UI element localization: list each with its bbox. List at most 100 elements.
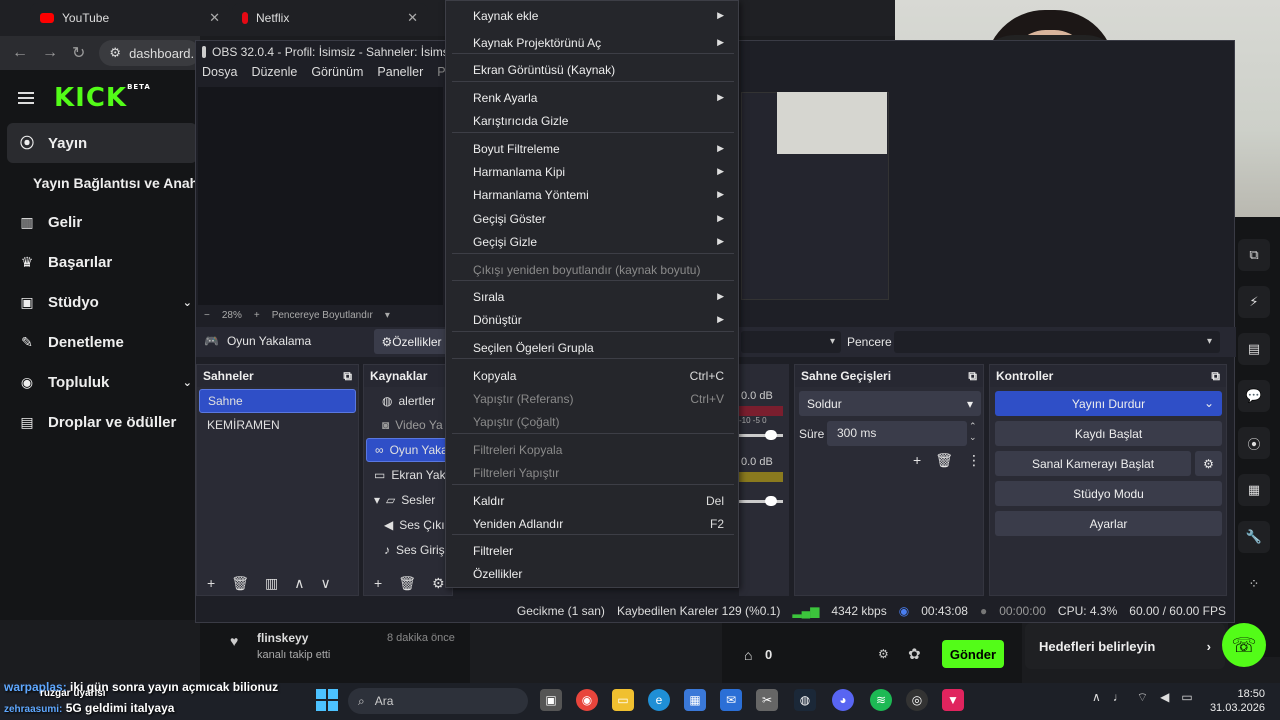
taskbar-clock[interactable]: 18:50 31.03.2026 <box>1205 687 1265 715</box>
nav-yayin[interactable]: ⦿ Yayın <box>7 123 197 163</box>
scene-item[interactable]: KEMİRAMEN <box>199 413 356 437</box>
undock-icon[interactable]: ⧉ <box>1211 369 1220 384</box>
context-menu-item[interactable]: Sırala ▶ <box>446 285 738 308</box>
site-settings-icon[interactable]: ⚙ <box>109 45 121 61</box>
menu-dosya[interactable]: Dosya <box>202 65 237 85</box>
store-icon[interactable]: ▦ <box>684 689 706 711</box>
context-menu-item[interactable]: Kaynak Projektörünü Aç ▶ <box>446 31 738 54</box>
up-icon[interactable]: ∧ <box>294 575 304 592</box>
gear-icon[interactable]: ⚙ <box>1195 451 1222 476</box>
context-menu-item[interactable]: Geçişi Göster ▶ <box>446 207 738 230</box>
context-menu-item[interactable]: Yeniden Adlandır F2 <box>446 512 738 535</box>
layout-icon[interactable]: ▦ <box>1238 474 1270 506</box>
scene-item[interactable]: Sahne <box>199 389 356 413</box>
taskbar-search[interactable]: ⌕ Ara <box>348 688 528 714</box>
settings-button[interactable]: Ayarlar <box>995 511 1222 536</box>
context-menu-item[interactable]: Filtreler <box>446 539 738 562</box>
zoom-out-button[interactable]: − <box>204 310 210 321</box>
fit-window-button[interactable]: Pencereye Boyutlandır <box>272 310 373 321</box>
chrome-icon[interactable]: ◉ <box>576 689 598 711</box>
file-explorer-icon[interactable]: ▭ <box>612 689 634 711</box>
window-select[interactable]: ▾ <box>894 331 1220 353</box>
zoom-in-button[interactable]: + <box>254 310 260 321</box>
add-icon[interactable]: + <box>913 452 921 469</box>
nav-gelir[interactable]: ▥ Gelir <box>0 202 200 242</box>
volume-handle[interactable] <box>765 430 777 440</box>
undock-icon[interactable]: ⧉ <box>968 369 977 384</box>
virtual-camera-button[interactable]: Sanal Kamerayı Başlat <box>995 451 1191 476</box>
nav-denetleme[interactable]: ✎ Denetleme <box>0 322 200 362</box>
menu-duzenle[interactable]: Düzenle <box>251 65 297 85</box>
gear-icon[interactable]: ⚙ <box>432 575 445 592</box>
undock-icon[interactable]: ⧉ <box>343 369 352 384</box>
source-group[interactable]: ▾ ▱ Sesler <box>366 488 452 512</box>
microphone-icon[interactable]: ♩ <box>1113 690 1125 705</box>
add-icon[interactable]: + <box>374 575 382 591</box>
studio-mode-button[interactable]: Stüdyo Modu <box>995 481 1222 506</box>
close-icon[interactable]: ✕ <box>209 10 220 26</box>
context-menu-item[interactable]: Renk Ayarla ▶ <box>446 86 738 109</box>
kick-logo[interactable]: KICKBETA <box>54 83 151 113</box>
chevron-down-icon[interactable]: ▾ <box>385 310 390 321</box>
outlook-icon[interactable]: ✉ <box>720 689 742 711</box>
context-menu-item[interactable]: Kopyala Ctrl+C <box>446 364 738 387</box>
app-icon[interactable]: ▼ <box>942 689 964 711</box>
context-menu-item[interactable]: Harmanlama Yöntemi ▶ <box>446 183 738 206</box>
address-bar[interactable]: ⚙ dashboard.k <box>99 40 200 66</box>
chevron-down-icon[interactable]: ⌄ <box>183 376 192 389</box>
hamburger-menu-icon[interactable] <box>18 89 34 107</box>
nav-droplar[interactable]: ▤ Droplar ve ödüller <box>0 402 200 442</box>
context-menu-item[interactable]: Kaldır Del <box>446 489 738 512</box>
menu-paneller[interactable]: Paneller <box>377 65 423 85</box>
source-item[interactable]: ∞ Oyun Yaka <box>366 438 452 462</box>
gift-icon[interactable]: ⌂ <box>744 647 752 663</box>
properties-button[interactable]: ⚙ Özellikler <box>374 329 449 354</box>
context-menu-item[interactable]: Boyut Filtreleme ▶ <box>446 137 738 160</box>
source-item[interactable]: ◙ Video Ya <box>366 413 452 437</box>
capture-icon[interactable]: ✂ <box>756 689 778 711</box>
chevron-up-icon[interactable]: ∧ <box>1092 690 1101 705</box>
support-icon[interactable]: ☏ <box>1222 623 1266 667</box>
goals-button[interactable]: Hedefleri belirleyin › <box>1025 623 1225 669</box>
emote-icon[interactable]: ✿ <box>908 645 921 663</box>
context-menu-item[interactable]: Geçişi Gizle ▶ <box>446 230 738 253</box>
steam-icon[interactable]: ◍ <box>794 689 816 711</box>
chevron-down-icon[interactable]: ⌄ <box>183 296 192 309</box>
start-record-button[interactable]: Kaydı Başlat <box>995 421 1222 446</box>
chevron-down-icon[interactable]: ▾ <box>374 493 380 507</box>
source-item[interactable]: ♪ Ses Giriş <box>366 538 452 562</box>
task-view-icon[interactable]: ▣ <box>540 689 562 711</box>
volume-icon[interactable]: ◀ <box>1160 690 1169 705</box>
context-menu-item[interactable]: Seçilen Ögeleri Grupla <box>446 336 738 359</box>
broadcast-icon[interactable]: ⦿ <box>1238 427 1270 459</box>
dropdown-left[interactable]: ▾ <box>741 331 841 353</box>
reload-icon[interactable]: ↻ <box>72 43 85 63</box>
source-item[interactable]: ▭ Ekran Yaka <box>366 463 452 487</box>
tab-youtube[interactable]: YouTube ✕ <box>30 3 230 33</box>
battery-icon[interactable]: ▭ <box>1181 690 1192 705</box>
source-item[interactable]: ◍ alertler <box>366 389 452 413</box>
context-menu-item[interactable]: Dönüştür ▶ <box>446 308 738 331</box>
volume-handle[interactable] <box>765 496 777 506</box>
more-icon[interactable]: ⋮ <box>967 452 981 469</box>
nav-stream-key[interactable]: Yayın Bağlantısı ve Anahtar <box>0 163 216 203</box>
add-icon[interactable]: + <box>207 575 215 591</box>
back-icon[interactable]: ← <box>12 44 28 62</box>
context-menu-item[interactable]: Harmanlama Kipi ▶ <box>446 160 738 183</box>
edge-icon[interactable]: e <box>648 689 670 711</box>
tab-netflix[interactable]: Netflix ✕ <box>232 3 428 33</box>
discord-icon[interactable]: ◕ <box>832 689 854 711</box>
down-icon[interactable]: ∨ <box>320 575 330 592</box>
screenshot-icon[interactable]: ⧉ <box>1238 239 1270 271</box>
stop-stream-button[interactable]: Yayını Durdur ⌄ <box>995 391 1222 416</box>
close-icon[interactable]: ✕ <box>407 10 418 26</box>
spotify-icon[interactable]: ≋ <box>870 689 892 711</box>
notes-icon[interactable]: ▤ <box>1238 333 1270 365</box>
gear-icon[interactable]: ⚙ <box>878 647 889 661</box>
chevron-down-icon[interactable]: ⌄ <box>1204 396 1214 410</box>
nav-studyo[interactable]: ▣ Stüdyo ⌄ <box>0 282 200 322</box>
send-button[interactable]: Gönder <box>942 640 1004 668</box>
chat-icon[interactable]: 💬 <box>1238 380 1270 412</box>
context-menu-item[interactable]: Özellikler <box>446 562 738 585</box>
trash-icon[interactable]: 🗑 <box>398 575 416 592</box>
